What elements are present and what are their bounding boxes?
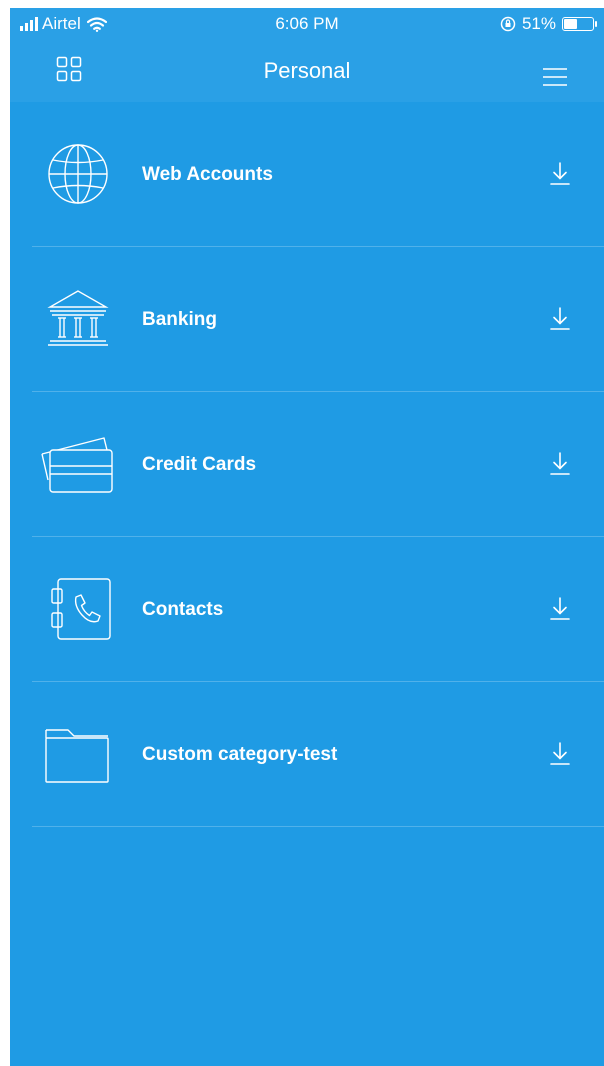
category-row-credit-cards[interactable]: Credit Cards	[10, 392, 604, 537]
category-label: Web Accounts	[142, 164, 273, 185]
battery-fill	[564, 19, 577, 29]
category-label: Banking	[142, 309, 217, 330]
category-label: Credit Cards	[142, 454, 257, 475]
status-bar: Airtel 6:06 PM 51%	[10, 8, 604, 44]
hamburger-menu-icon[interactable]	[542, 66, 568, 88]
download-icon[interactable]	[548, 595, 572, 623]
contacts-book-icon	[38, 577, 118, 641]
category-label: Contacts	[142, 599, 224, 620]
category-list: Web Accounts Banking Credit Cards Contac…	[10, 102, 604, 827]
row-divider	[32, 826, 604, 827]
download-icon[interactable]	[548, 305, 572, 333]
download-icon[interactable]	[548, 160, 572, 188]
page-title: Personal	[263, 58, 351, 83]
folder-icon	[38, 722, 118, 786]
category-row-banking[interactable]: Banking	[10, 247, 604, 392]
category-row-custom-category-test[interactable]: Custom category-test	[10, 682, 604, 827]
bank-icon	[38, 287, 118, 351]
status-right: 51%	[500, 14, 597, 34]
credit-cards-icon	[38, 432, 118, 496]
battery-icon	[562, 17, 597, 31]
globe-icon	[38, 142, 118, 206]
app-screen: Airtel 6:06 PM 51% Personal Web Accounts…	[10, 8, 604, 1066]
category-label: Custom category-test	[142, 744, 338, 765]
nav-bar: Personal	[10, 44, 604, 102]
category-row-web-accounts[interactable]: Web Accounts	[10, 102, 604, 247]
download-icon[interactable]	[548, 450, 572, 478]
download-icon[interactable]	[548, 740, 572, 768]
rotation-lock-icon	[500, 16, 516, 32]
battery-percent: 51%	[521, 14, 556, 33]
category-row-contacts[interactable]: Contacts	[10, 537, 604, 682]
